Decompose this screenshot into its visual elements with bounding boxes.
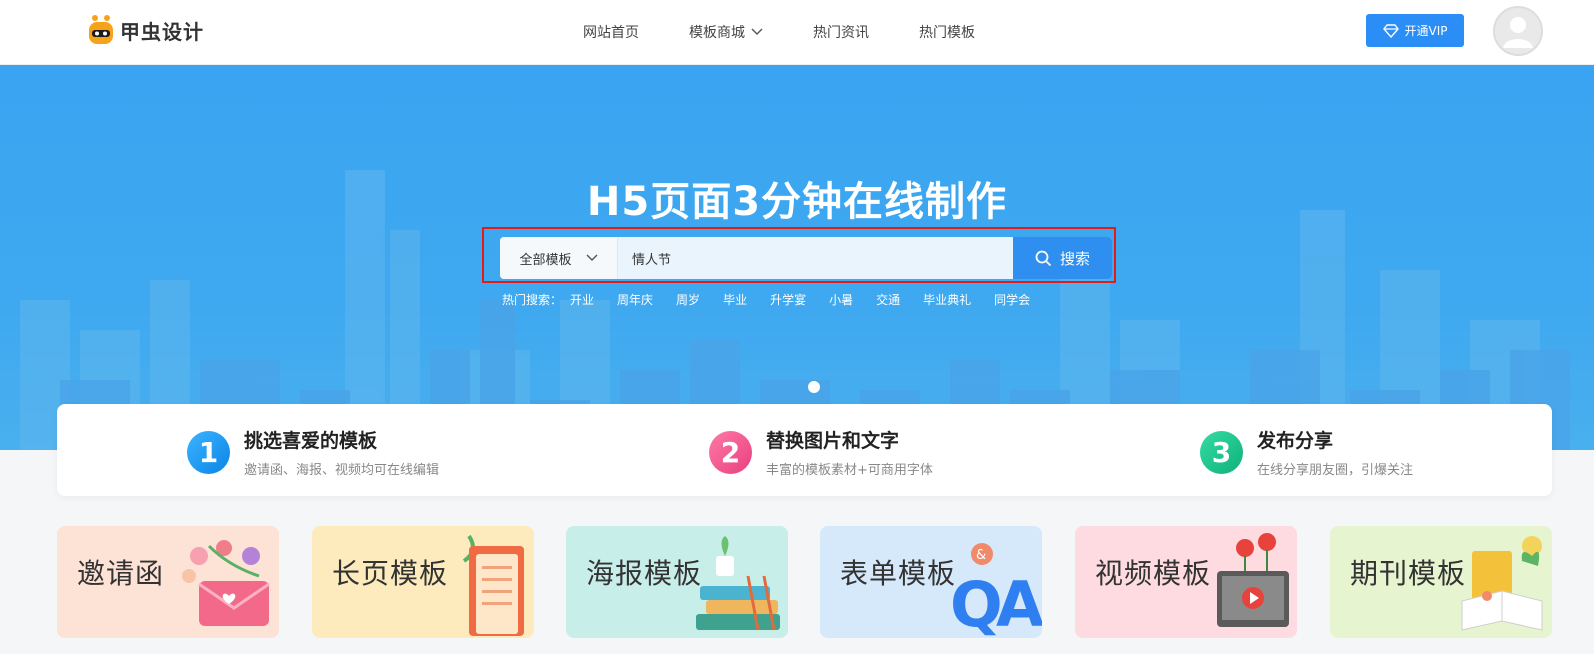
books-plant-illustration: [696, 536, 780, 631]
step-description: 丰富的模板素材+可商用字体: [766, 463, 933, 478]
nav-home[interactable]: 网站首页: [583, 22, 639, 42]
nav-hot-templates-label: 热门模板: [919, 25, 975, 41]
search-category-select[interactable]: 全部模板: [500, 237, 618, 279]
chevron-down-icon: [586, 254, 597, 261]
how-it-works-card: 1 挑选喜爱的模板 邀请函、海报、视频均可在线编辑 2 替换图片和文字 丰富的模…: [57, 404, 1552, 496]
open-vip-button[interactable]: 开通VIP: [1366, 14, 1464, 47]
hot-search-term[interactable]: 交通: [876, 291, 900, 308]
template-category-list: 邀请函 长页模板 海报模板 表单模板 & Q A 视频模板 期刊模板: [57, 526, 1552, 654]
nav-template-store[interactable]: 模板商城: [689, 22, 763, 42]
step-description: 邀请函、海报、视频均可在线编辑: [244, 463, 440, 478]
search-category-label: 全部模板: [519, 252, 572, 268]
banner-title: H5页面3分钟在线制作: [586, 179, 1008, 225]
hot-search-term[interactable]: 开业: [570, 291, 594, 308]
carousel-dot[interactable]: [808, 381, 820, 393]
nav-home-label: 网站首页: [583, 25, 639, 41]
step-number-badge: 1: [187, 430, 230, 474]
hot-search-term[interactable]: 小暑: [829, 291, 853, 308]
nav-hot-news[interactable]: 热门资讯: [813, 22, 869, 42]
qa-letters-illustration: & Q A: [950, 543, 1042, 638]
search-icon: [1035, 250, 1052, 266]
main-nav: 网站首页 模板商城 热门资讯 热门模板: [583, 22, 975, 42]
hot-search-term[interactable]: 同学会: [994, 291, 1030, 308]
category-card-video[interactable]: 视频模板: [1075, 526, 1297, 638]
nav-template-store-label: 模板商城: [689, 25, 745, 41]
category-card-invitation[interactable]: 邀请函: [57, 526, 279, 638]
search-button-label: 搜索: [1059, 249, 1090, 268]
hot-search-term[interactable]: 周岁: [676, 291, 700, 308]
category-card-form[interactable]: 表单模板 & Q A: [820, 526, 1042, 638]
step-description: 在线分享朋友圈，引爆关注: [1257, 463, 1414, 478]
hero-banner: H5页面3分钟在线制作 全部模板 搜索 热门搜索： 开业 周年庆 周岁 毕业 升…: [0, 65, 1594, 450]
hot-search-term[interactable]: 升学宴: [770, 291, 806, 308]
chevron-down-icon: [751, 28, 763, 35]
hot-search-list: 热门搜索： 开业 周年庆 周岁 毕业 升学宴 小暑 交通 毕业典礼 同学会: [502, 291, 1053, 308]
hot-search-term[interactable]: 毕业典礼: [923, 291, 971, 308]
category-card-journal[interactable]: 期刊模板: [1330, 526, 1552, 638]
envelope-flowers-illustration: [182, 540, 270, 626]
open-book-illustration: [1461, 536, 1543, 631]
hot-search-term[interactable]: 周年庆: [617, 291, 653, 308]
logo-text: 甲虫设计: [120, 19, 204, 44]
search-bar: 全部模板 搜索: [500, 237, 1112, 279]
diamond-icon: [1382, 23, 1399, 38]
site-logo[interactable]: 甲虫设计: [86, 13, 204, 47]
step-1: 1 挑选喜爱的模板 邀请函、海报、视频均可在线编辑: [187, 426, 439, 478]
top-header: 甲虫设计 网站首页 模板商城 热门资讯 热门模板 开通VIP: [0, 0, 1594, 65]
step-number-badge: 2: [709, 430, 752, 474]
step-title: 挑选喜爱的模板: [244, 430, 378, 452]
nav-hot-templates[interactable]: 热门模板: [919, 22, 975, 42]
step-2: 2 替换图片和文字 丰富的模板素材+可商用字体: [709, 426, 933, 478]
category-card-poster[interactable]: 海报模板: [566, 526, 788, 638]
user-icon: [1503, 17, 1533, 48]
hot-search-label: 热门搜索：: [502, 293, 563, 307]
step-number-badge: 3: [1200, 430, 1243, 474]
category-label: 邀请函: [77, 557, 165, 590]
user-avatar[interactable]: [1493, 6, 1543, 56]
svg-text:Q: Q: [950, 568, 1003, 638]
beetle-logo-icon: [89, 15, 113, 44]
hot-search-term[interactable]: 毕业: [723, 291, 747, 308]
search-input[interactable]: [618, 237, 1013, 279]
video-player-illustration: [1217, 533, 1289, 627]
step-title: 替换图片和文字: [766, 430, 900, 452]
open-vip-label: 开通VIP: [1404, 24, 1448, 38]
nav-hot-news-label: 热门资讯: [813, 25, 869, 41]
svg-text:A: A: [996, 568, 1042, 638]
category-card-long-page[interactable]: 长页模板: [312, 526, 534, 638]
step-3: 3 发布分享 在线分享朋友圈，引爆关注: [1200, 426, 1413, 478]
search-button[interactable]: 搜索: [1013, 237, 1112, 279]
document-scroll-illustration: [462, 534, 524, 636]
step-title: 发布分享: [1257, 430, 1334, 452]
svg-text:&: &: [976, 548, 986, 563]
